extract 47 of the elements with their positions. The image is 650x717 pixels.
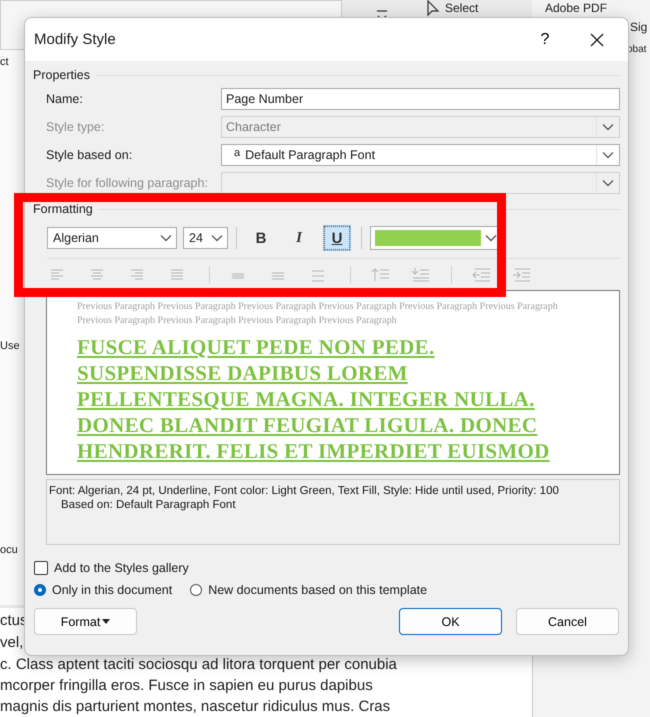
chevron-down-icon: [602, 151, 614, 159]
ok-button[interactable]: OK: [399, 608, 502, 635]
radio-label: Only in this document: [52, 583, 172, 597]
text-field[interactable]: Page Number: [221, 88, 620, 110]
field-label: Name:: [46, 92, 84, 106]
field-label: Style type:: [46, 120, 106, 134]
italic-button[interactable]: I: [286, 226, 312, 250]
radio-button[interactable]: [190, 584, 202, 596]
underline-button[interactable]: U: [324, 226, 350, 250]
description-text: Based on: Default Paragraph Font: [60, 499, 237, 511]
size-dropdown[interactable]: 24: [183, 227, 228, 249]
document-text: c. Class aptent taciti sociosqu ad litora torquent per conubia: [0, 656, 397, 673]
chevron-down-icon: [485, 234, 497, 242]
group-heading: Formatting: [33, 202, 93, 216]
field-label: Style based on:: [46, 148, 134, 162]
document-text: vel,: [0, 634, 24, 651]
side-label: ct: [0, 56, 9, 68]
checkbox-label: Add to the Styles gallery: [54, 561, 189, 575]
chevron-down-icon: [211, 234, 223, 242]
group-heading: Properties: [33, 68, 90, 82]
ribbon-label[interactable]: Select: [445, 1, 478, 15]
checkbox[interactable]: [34, 561, 48, 575]
side-label: ocu: [0, 544, 18, 556]
caret-icon: [102, 619, 110, 624]
ribbon-label[interactable]: Sig: [630, 20, 648, 34]
sample-text: FUSCE ALIQUET PEDE NON PEDE. SUSPENDISSE DAPIBUS LOREM PELLENTESQUE MAGNA. INTEGER NULLA. DONEC BLANDIT FEUGIAT LIGULA. DONEC HENDRERIT. FELIS ET IMPERDIET EUISMOD: [77, 334, 551, 464]
document-text: magnis dis parturient montes, nascetur ridiculus mus. Cras: [0, 698, 390, 715]
description-text: Font: Algerian, 24 pt, Underline, Font color: Light Green, Text Fill, Style: Hide until used, Priority: 100: [49, 485, 560, 497]
document-text: mcorper fringilla eros. Fusce in sapien eu purus dapibus: [0, 677, 373, 694]
chevron-down-icon: [160, 234, 172, 242]
cancel-button[interactable]: Cancel: [516, 608, 619, 635]
bold-button[interactable]: B: [248, 226, 274, 250]
radio-button[interactable]: [34, 584, 46, 596]
previous-paragraph-text: Previous Paragraph Previous Paragraph Previous Paragraph Previous Paragraph Previous Paragraph Previous Paragraph Previous Paragraph Previous Paragraph Previous Paragraph Previous Paragraph: [77, 300, 559, 328]
font-dropdown[interactable]: Algerian: [47, 227, 177, 249]
window-title: Modify Style: [34, 31, 117, 48]
format-button[interactable]: Format: [34, 608, 137, 635]
field-label: Style for following paragraph:: [46, 176, 209, 190]
pointer-icon[interactable]: [426, 0, 440, 18]
chevron-down-icon: [602, 179, 614, 187]
help-button[interactable]: ?: [530, 30, 560, 50]
close-icon: [590, 32, 604, 46]
dropdown-field[interactable]: $^{a}$ Default Paragraph Font: [221, 144, 620, 166]
ribbon-label[interactable]: Adobe PDF: [545, 1, 608, 15]
radio-label: New documents based on this template: [208, 583, 428, 597]
side-label: Use: [0, 340, 20, 352]
chevron-down-icon: [602, 123, 614, 131]
